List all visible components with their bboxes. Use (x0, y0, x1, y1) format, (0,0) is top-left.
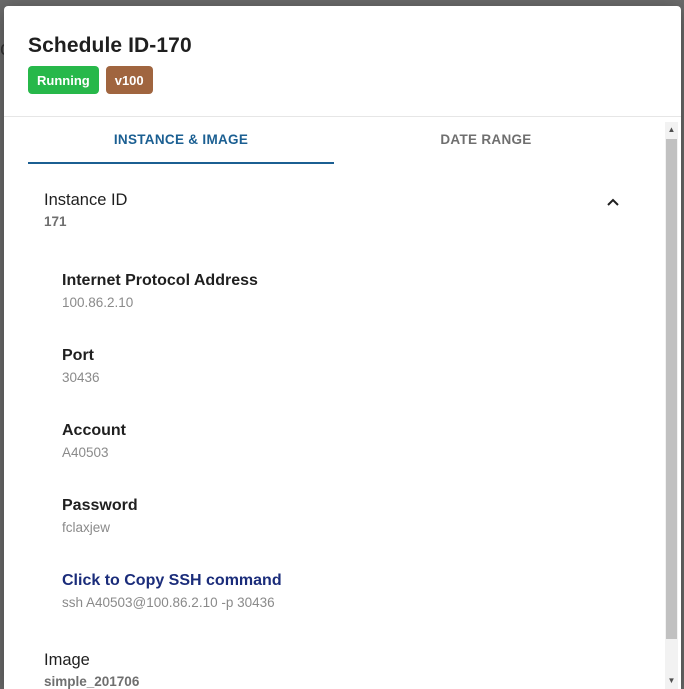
status-badge: Running (28, 66, 99, 94)
schedule-dialog: Schedule ID-170 Running v100 INSTANCE & … (4, 6, 681, 689)
field-ssh-command[interactable]: Click to Copy SSH command ssh A40503@100… (28, 572, 638, 610)
field-label: Internet Protocol Address (62, 272, 258, 289)
field-label: Port (62, 347, 94, 364)
dialog-title: Schedule ID-170 (28, 34, 192, 57)
vertical-scrollbar[interactable]: ▲ ▼ (665, 122, 678, 689)
field-password: Password fclaxjew (28, 497, 638, 535)
instance-value: 171 (44, 214, 67, 229)
field-value: fclaxjew (62, 520, 111, 535)
instance-title: Instance ID (44, 191, 128, 209)
field-value: 100.86.2.10 (62, 295, 134, 310)
field-value: 30436 (62, 370, 100, 385)
field-ip-address: Internet Protocol Address 100.86.2.10 (28, 272, 638, 310)
chevron-up-icon[interactable] (606, 195, 620, 209)
field-account: Account A40503 (28, 422, 638, 460)
tab-bar: INSTANCE & IMAGE DATE RANGE (28, 117, 638, 164)
tab-instance-image[interactable]: INSTANCE & IMAGE (28, 117, 334, 164)
ssh-command-value: ssh A40503@100.86.2.10 -p 30436 (62, 595, 275, 610)
field-value: A40503 (62, 445, 109, 460)
field-label: Password (62, 497, 138, 514)
dialog-body: INSTANCE & IMAGE DATE RANGE Instance ID … (4, 116, 681, 689)
field-port: Port 30436 (28, 347, 638, 385)
image-section[interactable]: Image simple_201706 (28, 651, 638, 689)
copy-ssh-command-link[interactable]: Click to Copy SSH command (62, 572, 638, 590)
version-badge: v100 (105, 66, 153, 94)
dialog-header: Schedule ID-170 Running v100 (4, 6, 681, 116)
image-title: Image (44, 651, 90, 669)
scroll-down-arrow-icon[interactable]: ▼ (665, 675, 678, 687)
instance-section[interactable]: Instance ID 171 (28, 191, 638, 229)
field-label: Account (62, 422, 126, 439)
dialog-content: INSTANCE & IMAGE DATE RANGE Instance ID … (28, 117, 638, 689)
scrollbar-thumb[interactable] (666, 139, 677, 639)
tab-date-range[interactable]: DATE RANGE (334, 117, 638, 164)
scroll-up-arrow-icon[interactable]: ▲ (665, 124, 678, 136)
badge-group: Running v100 (28, 66, 657, 94)
image-value: simple_201706 (44, 674, 140, 689)
